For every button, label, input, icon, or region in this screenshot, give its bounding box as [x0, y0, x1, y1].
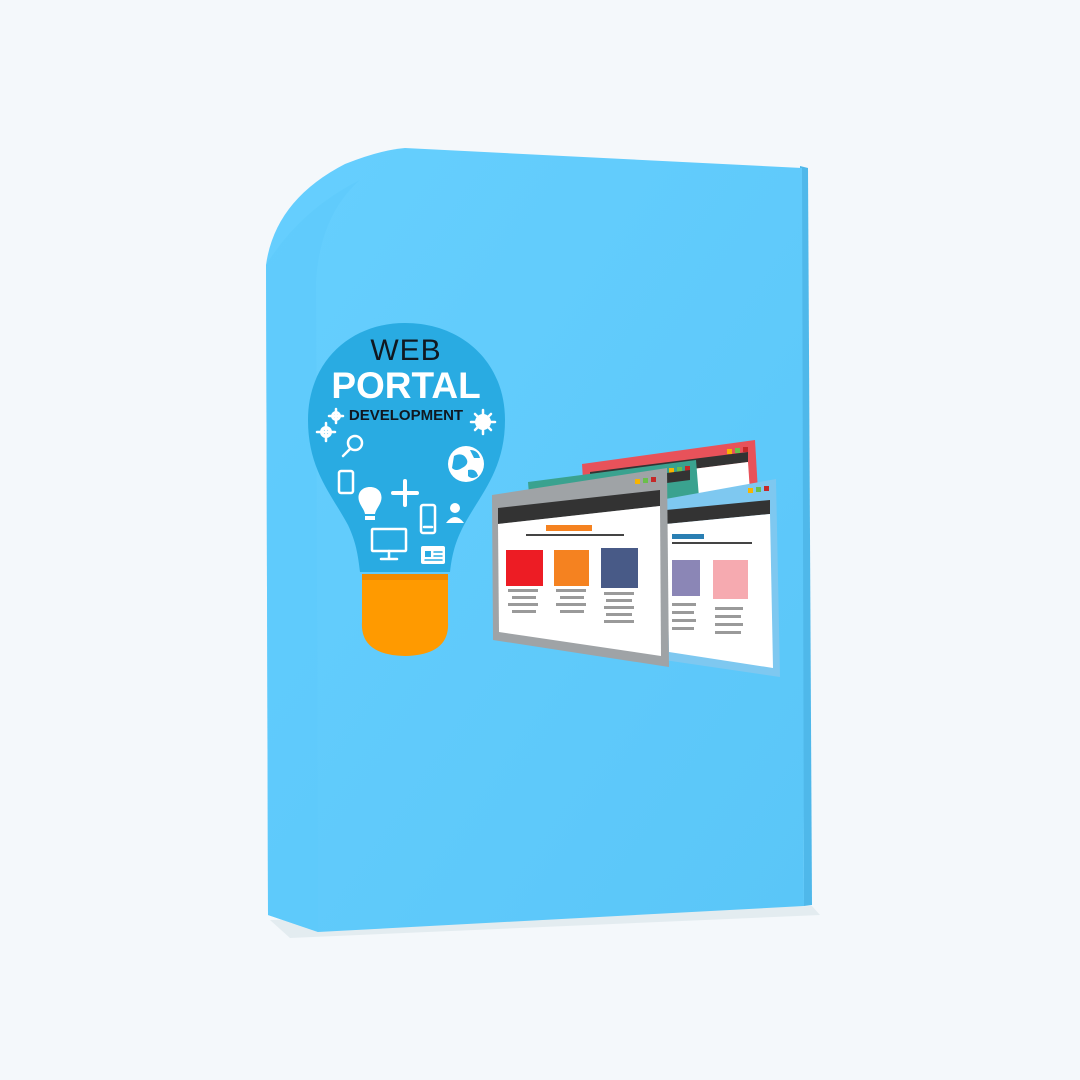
id-card-icon [421, 546, 445, 564]
bulb-title-development: DEVELOPMENT [349, 407, 463, 424]
window-control-dot [727, 449, 732, 454]
window-control-dot [635, 479, 640, 484]
window-control-dot [735, 448, 740, 453]
window-control-dot [651, 477, 656, 482]
content-tile [506, 550, 543, 586]
content-tile [601, 548, 638, 588]
window-control-dot [764, 486, 769, 491]
bulb-base [361, 574, 449, 656]
bulb-base-rim [362, 574, 448, 580]
page-heading-bar [672, 534, 704, 539]
globe-icon [448, 446, 484, 482]
window-control-dot [756, 487, 761, 492]
page-heading-underline [526, 534, 624, 536]
gear-icon [469, 408, 497, 436]
page-heading-underline [672, 542, 752, 544]
blue-browser-window [660, 479, 780, 677]
window-control-dot [743, 447, 748, 452]
gray-browser-window [492, 468, 669, 667]
window-control-dot [643, 478, 648, 483]
bulb-title-web: WEB [370, 334, 441, 367]
content-tile [554, 550, 589, 586]
content-tile [713, 560, 748, 599]
window-control-dot [748, 488, 753, 493]
product-box-illustration: WEB PORTAL DEVELOPMENT [266, 148, 820, 938]
content-tile [672, 560, 700, 596]
page-heading-bar [546, 525, 592, 531]
bulb-title-portal: PORTAL [331, 365, 480, 406]
